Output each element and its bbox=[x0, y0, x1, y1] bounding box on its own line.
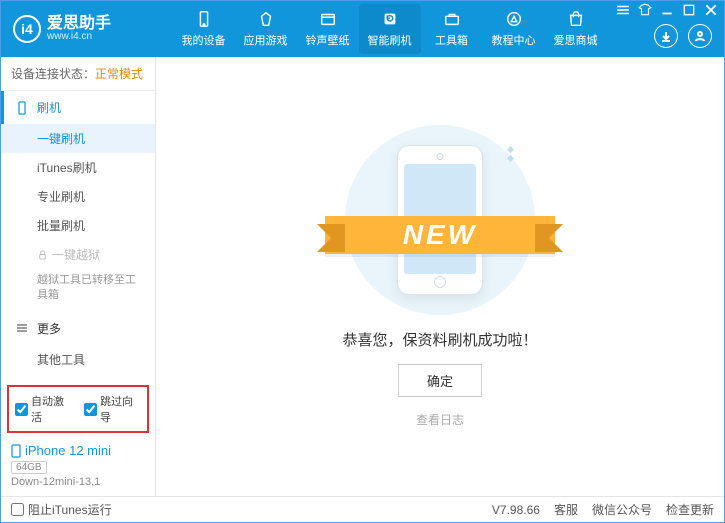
menu-icon[interactable] bbox=[616, 4, 630, 16]
close-icon[interactable] bbox=[704, 4, 718, 16]
nav-my-device[interactable]: 我的设备 bbox=[173, 4, 235, 54]
check-update-link[interactable]: 检查更新 bbox=[666, 501, 714, 518]
phone-icon bbox=[195, 10, 213, 28]
download-button[interactable] bbox=[654, 24, 678, 48]
navbar: 我的设备 应用游戏 铃声壁纸 智能刷机 工具箱 教程中心 bbox=[133, 4, 646, 54]
app-window: i4 爱思助手 www.i4.cn 我的设备 应用游戏 铃声壁纸 智能刷机 bbox=[0, 0, 725, 523]
titlebar: i4 爱思助手 www.i4.cn 我的设备 应用游戏 铃声壁纸 智能刷机 bbox=[1, 1, 724, 57]
logo-icon: i4 bbox=[13, 15, 41, 43]
lock-icon bbox=[37, 249, 48, 260]
device-name: iPhone 12 mini bbox=[11, 443, 145, 458]
new-ribbon: NEW bbox=[325, 216, 555, 254]
maximize-icon[interactable] bbox=[682, 4, 696, 16]
brand-name: 爱思助手 bbox=[47, 16, 111, 32]
window-controls bbox=[616, 4, 718, 16]
sidebar-item-pro[interactable]: 专业刷机 bbox=[1, 182, 155, 211]
checkbox-auto-activate[interactable]: 自动激活 bbox=[15, 393, 72, 425]
connection-status: 设备连接状态：正常模式 bbox=[1, 57, 155, 91]
sidebar-item-jailbreak: 一键越狱 bbox=[1, 240, 155, 269]
skin-icon[interactable] bbox=[638, 4, 652, 16]
compass-icon bbox=[505, 10, 523, 28]
customer-service-link[interactable]: 客服 bbox=[554, 501, 578, 518]
sidebar-item-othertools[interactable]: 其他工具 bbox=[1, 345, 155, 374]
version-label: V7.98.66 bbox=[492, 503, 540, 517]
sidebar-list: 刷机 一键刷机 iTunes刷机 专业刷机 批量刷机 一键越狱 越狱工具已转移至… bbox=[1, 91, 155, 381]
nav-flash[interactable]: 智能刷机 bbox=[359, 4, 421, 54]
sidebar-group-flash[interactable]: 刷机 bbox=[1, 91, 155, 124]
sidebar-item-itunes[interactable]: iTunes刷机 bbox=[1, 153, 155, 182]
refresh-icon bbox=[381, 10, 399, 28]
checkbox-block-itunes[interactable]: 阻止iTunes运行 bbox=[11, 501, 112, 518]
user-button[interactable] bbox=[688, 24, 712, 48]
apps-icon bbox=[257, 10, 275, 28]
hero-illustration: NEW bbox=[345, 125, 535, 315]
success-message: 恭喜您，保资料刷机成功啦！ bbox=[342, 329, 537, 350]
main-content: NEW 恭喜您，保资料刷机成功啦！ 确定 查看日志 bbox=[156, 57, 724, 496]
sidebar-item-firmware[interactable]: 下载固件 bbox=[1, 374, 155, 381]
wechat-link[interactable]: 微信公众号 bbox=[592, 501, 652, 518]
titlebar-right bbox=[654, 24, 712, 48]
checkbox-skip-guide[interactable]: 跳过向导 bbox=[84, 393, 141, 425]
folder-icon bbox=[319, 10, 337, 28]
sidebar-group-more[interactable]: 更多 bbox=[1, 312, 155, 345]
nav-apps[interactable]: 应用游戏 bbox=[235, 4, 297, 54]
body: 设备连接状态：正常模式 刷机 一键刷机 iTunes刷机 专业刷机 批量刷机 一… bbox=[1, 57, 724, 496]
options-highlight: 自动激活 跳过向导 bbox=[7, 385, 149, 433]
device-box[interactable]: iPhone 12 mini 64GB Down-12mini-13,1 bbox=[1, 437, 155, 496]
phone-small-icon bbox=[15, 101, 29, 115]
device-icon bbox=[11, 444, 21, 458]
statusbar: 阻止iTunes运行 V7.98.66 客服 微信公众号 检查更新 bbox=[1, 496, 724, 522]
nav-ringtones[interactable]: 铃声壁纸 bbox=[297, 4, 359, 54]
ok-button[interactable]: 确定 bbox=[398, 364, 482, 397]
view-log-link[interactable]: 查看日志 bbox=[416, 411, 464, 428]
sidebar: 设备连接状态：正常模式 刷机 一键刷机 iTunes刷机 专业刷机 批量刷机 一… bbox=[1, 57, 156, 496]
brand-url: www.i4.cn bbox=[47, 32, 111, 42]
logo: i4 爱思助手 www.i4.cn bbox=[13, 15, 133, 43]
minimize-icon[interactable] bbox=[660, 4, 674, 16]
nav-tutorials[interactable]: 教程中心 bbox=[483, 4, 545, 54]
store-icon bbox=[567, 10, 585, 28]
sparkle-icon bbox=[508, 147, 513, 161]
nav-store[interactable]: 爱思商城 bbox=[545, 4, 607, 54]
jailbreak-note: 越狱工具已转移至工具箱 bbox=[1, 269, 155, 312]
sidebar-item-oneclick[interactable]: 一键刷机 bbox=[1, 124, 155, 153]
more-icon bbox=[15, 321, 29, 335]
device-capacity: 64GB bbox=[11, 461, 47, 474]
sidebar-item-batch[interactable]: 批量刷机 bbox=[1, 211, 155, 240]
device-meta: Down-12mini-13,1 bbox=[11, 476, 145, 488]
toolbox-icon bbox=[443, 10, 461, 28]
nav-toolbox[interactable]: 工具箱 bbox=[421, 4, 483, 54]
